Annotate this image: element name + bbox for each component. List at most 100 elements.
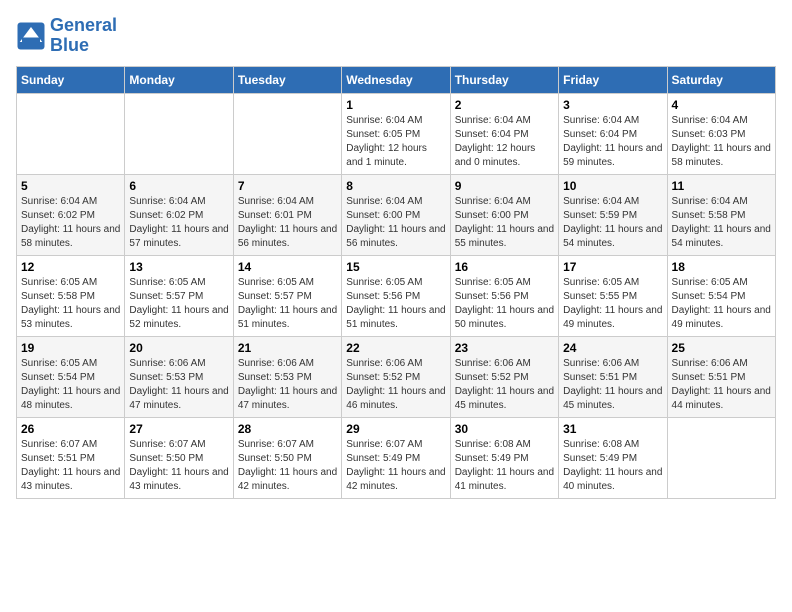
cell-info: Sunrise: 6:05 AMSunset: 5:58 PMDaylight:… (21, 276, 120, 332)
day-header-friday: Friday (559, 66, 667, 93)
calendar-cell: 7 Sunrise: 6:04 AMSunset: 6:01 PMDaylight… (233, 174, 341, 255)
cell-info: Sunrise: 6:04 AMSunset: 6:00 PMDaylight:… (346, 195, 445, 251)
cell-info: Sunrise: 6:06 AMSunset: 5:52 PMDaylight:… (455, 357, 554, 413)
cell-date-number: 26 (21, 422, 120, 436)
week-row-2: 5 Sunrise: 6:04 AMSunset: 6:02 PMDaylight… (17, 174, 776, 255)
cell-info: Sunrise: 6:04 AMSunset: 6:02 PMDaylight:… (129, 195, 228, 251)
calendar-cell (233, 93, 341, 174)
cell-info: Sunrise: 6:07 AMSunset: 5:50 PMDaylight:… (129, 438, 228, 494)
day-header-sunday: Sunday (17, 66, 125, 93)
calendar-cell: 6 Sunrise: 6:04 AMSunset: 6:02 PMDaylight… (125, 174, 233, 255)
cell-info: Sunrise: 6:08 AMSunset: 5:49 PMDaylight:… (563, 438, 662, 494)
calendar-cell: 24 Sunrise: 6:06 AMSunset: 5:51 PMDayligh… (559, 336, 667, 417)
calendar-cell: 31 Sunrise: 6:08 AMSunset: 5:49 PMDayligh… (559, 417, 667, 498)
day-header-saturday: Saturday (667, 66, 775, 93)
cell-info: Sunrise: 6:04 AMSunset: 6:00 PMDaylight:… (455, 195, 554, 251)
cell-date-number: 5 (21, 179, 120, 193)
logo-icon (16, 21, 46, 51)
calendar-cell: 4 Sunrise: 6:04 AMSunset: 6:03 PMDaylight… (667, 93, 775, 174)
cell-date-number: 29 (346, 422, 445, 436)
cell-info: Sunrise: 6:05 AMSunset: 5:57 PMDaylight:… (129, 276, 228, 332)
cell-info: Sunrise: 6:04 AMSunset: 6:04 PMDaylight:… (455, 114, 554, 170)
cell-info: Sunrise: 6:04 AMSunset: 6:01 PMDaylight:… (238, 195, 337, 251)
cell-date-number: 21 (238, 341, 337, 355)
cell-info: Sunrise: 6:04 AMSunset: 5:58 PMDaylight:… (672, 195, 771, 251)
cell-date-number: 1 (346, 98, 445, 112)
cell-date-number: 27 (129, 422, 228, 436)
calendar-cell: 28 Sunrise: 6:07 AMSunset: 5:50 PMDayligh… (233, 417, 341, 498)
cell-info: Sunrise: 6:05 AMSunset: 5:56 PMDaylight:… (455, 276, 554, 332)
calendar-cell: 25 Sunrise: 6:06 AMSunset: 5:51 PMDayligh… (667, 336, 775, 417)
cell-info: Sunrise: 6:06 AMSunset: 5:52 PMDaylight:… (346, 357, 445, 413)
calendar-table: SundayMondayTuesdayWednesdayThursdayFrid… (16, 66, 776, 499)
calendar-cell: 15 Sunrise: 6:05 AMSunset: 5:56 PMDayligh… (342, 255, 450, 336)
cell-date-number: 15 (346, 260, 445, 274)
cell-date-number: 19 (21, 341, 120, 355)
week-row-4: 19 Sunrise: 6:05 AMSunset: 5:54 PMDayligh… (17, 336, 776, 417)
calendar-cell: 20 Sunrise: 6:06 AMSunset: 5:53 PMDayligh… (125, 336, 233, 417)
calendar-cell (125, 93, 233, 174)
week-row-1: 1Sunrise: 6:04 AMSunset: 6:05 PMDaylight… (17, 93, 776, 174)
cell-info: Sunrise: 6:08 AMSunset: 5:49 PMDaylight:… (455, 438, 554, 494)
cell-info: Sunrise: 6:05 AMSunset: 5:54 PMDaylight:… (672, 276, 771, 332)
cell-date-number: 13 (129, 260, 228, 274)
cell-info: Sunrise: 6:06 AMSunset: 5:53 PMDaylight:… (129, 357, 228, 413)
calendar-cell: 27 Sunrise: 6:07 AMSunset: 5:50 PMDayligh… (125, 417, 233, 498)
cell-date-number: 11 (672, 179, 771, 193)
cell-date-number: 3 (563, 98, 662, 112)
day-header-thursday: Thursday (450, 66, 558, 93)
cell-date-number: 2 (455, 98, 554, 112)
cell-date-number: 16 (455, 260, 554, 274)
calendar-cell: 2 Sunrise: 6:04 AMSunset: 6:04 PMDaylight… (450, 93, 558, 174)
cell-info: Sunrise: 6:07 AMSunset: 5:50 PMDaylight:… (238, 438, 337, 494)
calendar-cell: 22Sunrise: 6:06 AMSunset: 5:52 PMDayligh… (342, 336, 450, 417)
cell-info: Sunrise: 6:05 AMSunset: 5:54 PMDaylight:… (21, 357, 120, 413)
cell-date-number: 25 (672, 341, 771, 355)
calendar-cell: 14Sunrise: 6:05 AMSunset: 5:57 PMDayligh… (233, 255, 341, 336)
cell-info: Sunrise: 6:07 AMSunset: 5:49 PMDaylight:… (346, 438, 445, 494)
cell-date-number: 31 (563, 422, 662, 436)
calendar-cell (667, 417, 775, 498)
calendar-cell: 3 Sunrise: 6:04 AMSunset: 6:04 PMDaylight… (559, 93, 667, 174)
day-header-tuesday: Tuesday (233, 66, 341, 93)
calendar-cell: 8Sunrise: 6:04 AMSunset: 6:00 PMDaylight… (342, 174, 450, 255)
cell-info: Sunrise: 6:05 AMSunset: 5:57 PMDaylight:… (238, 276, 337, 332)
calendar-cell: 23Sunrise: 6:06 AMSunset: 5:52 PMDayligh… (450, 336, 558, 417)
week-row-5: 26 Sunrise: 6:07 AMSunset: 5:51 PMDayligh… (17, 417, 776, 498)
cell-info: Sunrise: 6:07 AMSunset: 5:51 PMDaylight:… (21, 438, 120, 494)
calendar-cell: 21 Sunrise: 6:06 AMSunset: 5:53 PMDayligh… (233, 336, 341, 417)
cell-info: Sunrise: 6:05 AMSunset: 5:56 PMDaylight:… (346, 276, 445, 332)
cell-date-number: 18 (672, 260, 771, 274)
calendar-cell: 5 Sunrise: 6:04 AMSunset: 6:02 PMDaylight… (17, 174, 125, 255)
cell-info: Sunrise: 6:04 AMSunset: 5:59 PMDaylight:… (563, 195, 662, 251)
cell-date-number: 24 (563, 341, 662, 355)
cell-date-number: 7 (238, 179, 337, 193)
cell-date-number: 20 (129, 341, 228, 355)
cell-info: Sunrise: 6:04 AMSunset: 6:02 PMDaylight:… (21, 195, 120, 251)
cell-date-number: 6 (129, 179, 228, 193)
calendar-cell: 17Sunrise: 6:05 AMSunset: 5:55 PMDayligh… (559, 255, 667, 336)
cell-info: Sunrise: 6:06 AMSunset: 5:51 PMDaylight:… (563, 357, 662, 413)
cell-info: Sunrise: 6:04 AMSunset: 6:03 PMDaylight:… (672, 114, 771, 170)
calendar-cell: 18 Sunrise: 6:05 AMSunset: 5:54 PMDayligh… (667, 255, 775, 336)
calendar-cell: 13 Sunrise: 6:05 AMSunset: 5:57 PMDayligh… (125, 255, 233, 336)
cell-info: Sunrise: 6:04 AMSunset: 6:04 PMDaylight:… (563, 114, 662, 170)
calendar-cell: 16 Sunrise: 6:05 AMSunset: 5:56 PMDayligh… (450, 255, 558, 336)
calendar-cell: 10 Sunrise: 6:04 AMSunset: 5:59 PMDayligh… (559, 174, 667, 255)
logo-text: General Blue (50, 16, 117, 56)
calendar-cell: 1Sunrise: 6:04 AMSunset: 6:05 PMDaylight… (342, 93, 450, 174)
cell-info: Sunrise: 6:06 AMSunset: 5:53 PMDaylight:… (238, 357, 337, 413)
calendar-header: SundayMondayTuesdayWednesdayThursdayFrid… (17, 66, 776, 93)
cell-date-number: 4 (672, 98, 771, 112)
cell-info: Sunrise: 6:06 AMSunset: 5:51 PMDaylight:… (672, 357, 771, 413)
calendar-cell: 9Sunrise: 6:04 AMSunset: 6:00 PMDaylight… (450, 174, 558, 255)
cell-date-number: 17 (563, 260, 662, 274)
cell-date-number: 12 (21, 260, 120, 274)
week-row-3: 12 Sunrise: 6:05 AMSunset: 5:58 PMDayligh… (17, 255, 776, 336)
calendar-cell: 30Sunrise: 6:08 AMSunset: 5:49 PMDayligh… (450, 417, 558, 498)
day-header-monday: Monday (125, 66, 233, 93)
calendar-cell: 12 Sunrise: 6:05 AMSunset: 5:58 PMDayligh… (17, 255, 125, 336)
calendar-cell: 19 Sunrise: 6:05 AMSunset: 5:54 PMDayligh… (17, 336, 125, 417)
cell-date-number: 28 (238, 422, 337, 436)
cell-date-number: 10 (563, 179, 662, 193)
